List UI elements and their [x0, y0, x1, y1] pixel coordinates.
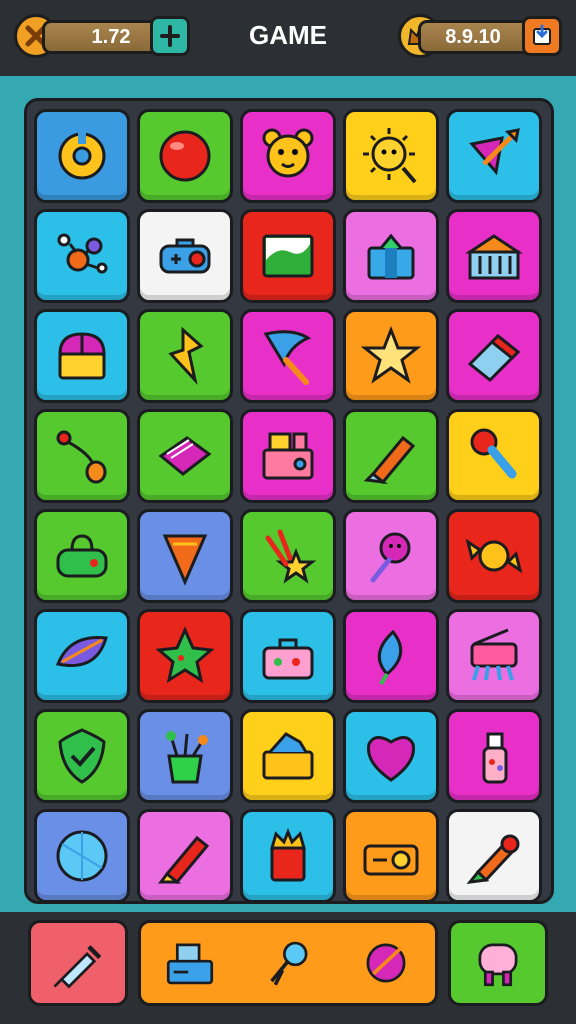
board-tile-lightning-gem[interactable]: [137, 309, 233, 403]
ice-cream-cone-icon: [162, 534, 208, 586]
paintbrush-icon: [470, 428, 517, 479]
board-tile-cassette[interactable]: [343, 809, 439, 903]
plant-pot-icon: [166, 731, 208, 784]
board-tile-blue-orb[interactable]: [34, 809, 130, 903]
feather-balloon-icon: [377, 629, 403, 686]
board-tile-sun-face[interactable]: [343, 109, 439, 203]
board-tile-star[interactable]: [343, 309, 439, 403]
right-counter-value: 8.9.10: [445, 25, 501, 48]
board-tile-kite-arrow[interactable]: [446, 109, 542, 203]
red-crayon-icon: [158, 835, 210, 885]
blue-flag-icon: [263, 330, 312, 385]
right-counter: 8.9.10: [418, 20, 538, 54]
notebook-icon: [158, 436, 212, 476]
board-tile-paintbrush[interactable]: [446, 409, 542, 503]
sun-face-icon: [363, 128, 417, 184]
board-tile-star-wand[interactable]: [240, 509, 336, 603]
candy-icon: [465, 538, 523, 574]
game-title: GAME: [249, 20, 327, 50]
board-tile-rocket-pen[interactable]: [446, 809, 542, 903]
board-tile-basket[interactable]: [240, 709, 336, 803]
board-tile-toolbox[interactable]: [240, 609, 336, 703]
board-tile-bear-face[interactable]: [240, 109, 336, 203]
board-tile-eraser[interactable]: [446, 309, 542, 403]
crayon-icon: [363, 435, 416, 485]
green-star-icon: [155, 626, 215, 684]
star-wand-icon: [265, 529, 317, 584]
tray-slot-2[interactable]: [138, 920, 438, 1006]
board-tile-handbag[interactable]: [34, 509, 130, 603]
board-tile-building[interactable]: [446, 209, 542, 303]
board-tile-gamepad[interactable]: [137, 209, 233, 303]
shield-check-icon: [58, 728, 106, 784]
board-tile-crayon[interactable]: [343, 409, 439, 503]
syringe-icon: [53, 945, 102, 989]
robot-toy-icon: [270, 941, 308, 986]
donut-icon: [58, 130, 106, 180]
landscape-picture-icon: [262, 234, 314, 278]
board-tile-red-ball[interactable]: [137, 109, 233, 203]
bear-face-icon: [262, 128, 314, 178]
left-counter: 1.72: [42, 20, 162, 54]
gamepad-icon: [159, 238, 211, 274]
board-tile-landscape-picture[interactable]: [240, 209, 336, 303]
red-ball-icon: [159, 130, 211, 182]
board-tile-projector[interactable]: [446, 609, 542, 703]
lightning-gem-icon: [168, 326, 204, 386]
heart-badge-icon: [366, 736, 416, 782]
tray-slot-1[interactable]: [28, 920, 128, 1006]
exit-button[interactable]: [522, 16, 562, 56]
board-tile-shield-check[interactable]: [34, 709, 130, 803]
cash-register-icon: [166, 943, 214, 985]
board-tile-crown-box[interactable]: [240, 809, 336, 903]
board-tile-bottle[interactable]: [446, 709, 542, 803]
radio-icon: [262, 432, 314, 480]
handbag-icon: [56, 534, 108, 578]
board-tile-flower-rattle[interactable]: [343, 509, 439, 603]
board-tile-chest[interactable]: [34, 309, 130, 403]
board-tile-donut[interactable]: [34, 109, 130, 203]
exit-icon: [533, 24, 551, 45]
leaf-icon: [55, 636, 108, 667]
board-tile-heart-badge[interactable]: [343, 709, 439, 803]
board-tile-plant-pot[interactable]: [137, 709, 233, 803]
board-tile-candy[interactable]: [446, 509, 542, 603]
gift-box-icon: [367, 233, 415, 280]
projector-icon: [470, 628, 518, 681]
chest-icon: [58, 332, 106, 380]
tray-slot-3[interactable]: [448, 920, 548, 1006]
cassette-icon: [363, 844, 419, 876]
star-icon: [360, 325, 422, 384]
board-tile-blue-flag[interactable]: [240, 309, 336, 403]
board-tile-green-star[interactable]: [137, 609, 233, 703]
kite-arrow-icon: [469, 128, 520, 176]
game-board: [24, 98, 554, 904]
pink-creature-icon: [478, 943, 518, 987]
feather-ball-icon: [366, 943, 406, 983]
board-tile-stethoscope[interactable]: [34, 409, 130, 503]
stethoscope-icon: [56, 430, 107, 484]
blue-orb-icon: [56, 830, 108, 882]
molecule-icon: [57, 233, 108, 274]
board-tile-ice-cream-cone[interactable]: [137, 509, 233, 603]
eraser-icon: [467, 333, 521, 383]
board-tile-molecule[interactable]: [34, 209, 130, 303]
board-tile-red-crayon[interactable]: [137, 809, 233, 903]
toolbox-icon: [262, 638, 314, 680]
board-tile-radio[interactable]: [240, 409, 336, 503]
flower-rattle-icon: [370, 532, 411, 583]
plus-icon: [160, 25, 180, 47]
building-icon: [465, 234, 523, 280]
bottle-icon: [482, 732, 508, 784]
left-counter-value: 1.72: [91, 25, 131, 48]
basket-icon: [262, 732, 314, 780]
plus-button[interactable]: [150, 16, 190, 56]
board-tile-notebook[interactable]: [137, 409, 233, 503]
board-tile-gift-box[interactable]: [343, 209, 439, 303]
rocket-pen-icon: [466, 834, 520, 884]
board-tile-leaf[interactable]: [34, 609, 130, 703]
crown-box-icon: [270, 827, 306, 882]
board-tile-feather-balloon[interactable]: [343, 609, 439, 703]
